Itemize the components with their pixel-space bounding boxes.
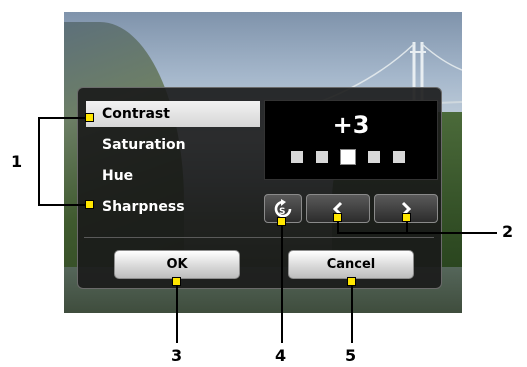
menu-item-sharpness[interactable]: Sharpness <box>86 194 260 220</box>
menu-item-label: Saturation <box>102 137 186 153</box>
callout-marker <box>277 217 286 226</box>
callout-line <box>38 117 40 206</box>
callout-marker <box>402 213 411 222</box>
level-step <box>393 151 405 163</box>
menu-item-label: Contrast <box>102 106 170 122</box>
callout-marker <box>172 277 181 286</box>
callout-number-3: 3 <box>171 346 183 365</box>
level-step <box>368 151 380 163</box>
callout-number-4: 4 <box>275 346 287 365</box>
level-indicator <box>291 150 405 164</box>
callout-marker <box>85 113 94 122</box>
callout-line <box>38 204 92 206</box>
callout-line <box>337 232 497 234</box>
callout-marker <box>85 200 94 209</box>
level-step-active <box>341 150 355 164</box>
ok-button[interactable]: OK <box>114 250 240 279</box>
current-value: +3 <box>332 111 370 139</box>
menu-item-saturation[interactable]: Saturation <box>86 132 260 158</box>
menu-item-label: Hue <box>102 168 134 184</box>
level-step <box>291 151 303 163</box>
menu-item-label: Sharpness <box>102 199 185 215</box>
value-display: +3 <box>264 100 438 180</box>
reset-icon: S <box>274 198 292 217</box>
callout-line <box>351 280 353 343</box>
menu-item-hue[interactable]: Hue <box>86 163 260 189</box>
callout-marker <box>333 213 342 222</box>
menu-item-contrast[interactable]: Contrast <box>86 101 260 127</box>
callout-marker <box>347 277 356 286</box>
callout-line <box>281 220 283 343</box>
svg-text:S: S <box>279 207 285 217</box>
callout-line <box>38 117 92 119</box>
callout-number-1: 1 <box>11 152 23 171</box>
callout-number-5: 5 <box>345 346 357 365</box>
cancel-button[interactable]: Cancel <box>288 250 414 279</box>
level-step <box>316 151 328 163</box>
callout-line <box>176 280 178 343</box>
callout-number-2: 2 <box>502 222 514 241</box>
divider <box>84 237 434 238</box>
